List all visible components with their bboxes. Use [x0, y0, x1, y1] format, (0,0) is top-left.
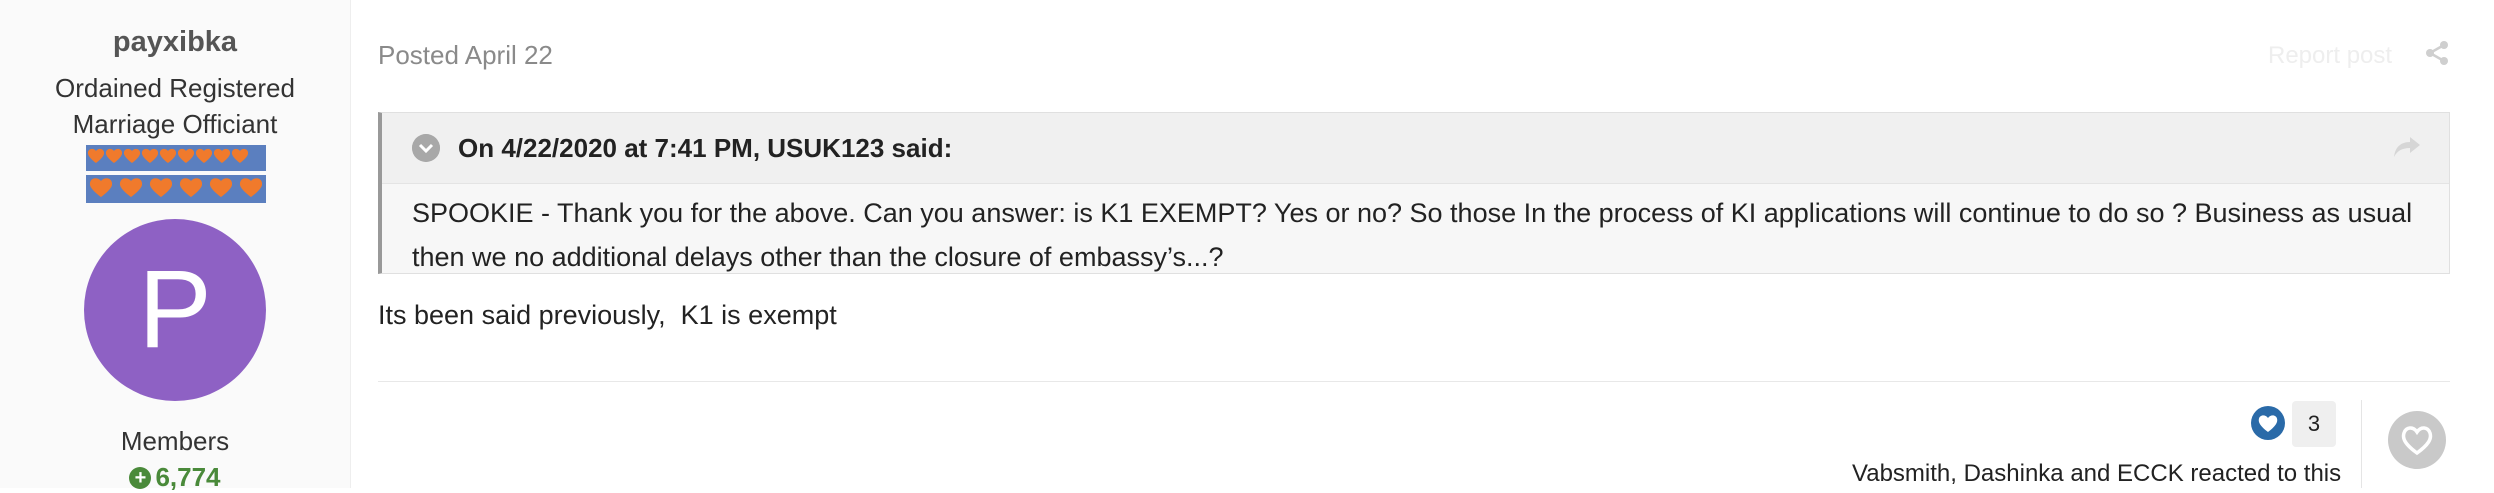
post-date[interactable]: Posted April 22 [378, 40, 553, 71]
author-panel: payxibka Ordained Registered Marriage Of… [0, 0, 351, 492]
report-post-link[interactable]: Report post [2268, 42, 2392, 70]
reaction-count[interactable]: 3 [2292, 401, 2336, 447]
reaction-separator [2361, 400, 2362, 488]
member-badges [86, 145, 266, 205]
divider [378, 381, 2450, 382]
heart-badges-icon [86, 145, 266, 203]
quote-citation: On 4/22/2020 at 7:41 PM, USUK123 said: [458, 133, 953, 163]
jump-to-quote-icon[interactable] [2392, 133, 2422, 161]
author-title: Ordained Registered Marriage Officiant [0, 70, 350, 142]
author-title-line2: Marriage Officiant [72, 109, 278, 139]
chevron-down-icon[interactable] [412, 134, 440, 162]
react-button[interactable] [2388, 411, 2446, 469]
like-heart-icon[interactable] [2250, 405, 2286, 441]
author-group: Members [120, 426, 230, 456]
reacted-by-text[interactable]: Vabsmith, Dashinka and ECCK reacted to t… [1852, 460, 2341, 488]
heart-icon [2401, 426, 2433, 456]
post-body: Its been said previously, K1 is exempt [378, 300, 837, 330]
quote-block: On 4/22/2020 at 7:41 PM, USUK123 said: S… [378, 112, 2450, 274]
quote-header: On 4/22/2020 at 7:41 PM, USUK123 said: [382, 113, 2449, 184]
author-name[interactable]: payxibka [0, 26, 350, 59]
avatar[interactable]: P [84, 219, 266, 401]
plus-circle-icon: + [129, 467, 152, 489]
share-icon[interactable] [2424, 40, 2450, 66]
author-title-line1: Ordained Registered [55, 73, 295, 103]
quote-body: SPOOKIE - Thank you for the above. Can y… [412, 198, 2413, 272]
reputation: +6,774 [0, 462, 350, 493]
avatar-letter: P [138, 248, 212, 371]
